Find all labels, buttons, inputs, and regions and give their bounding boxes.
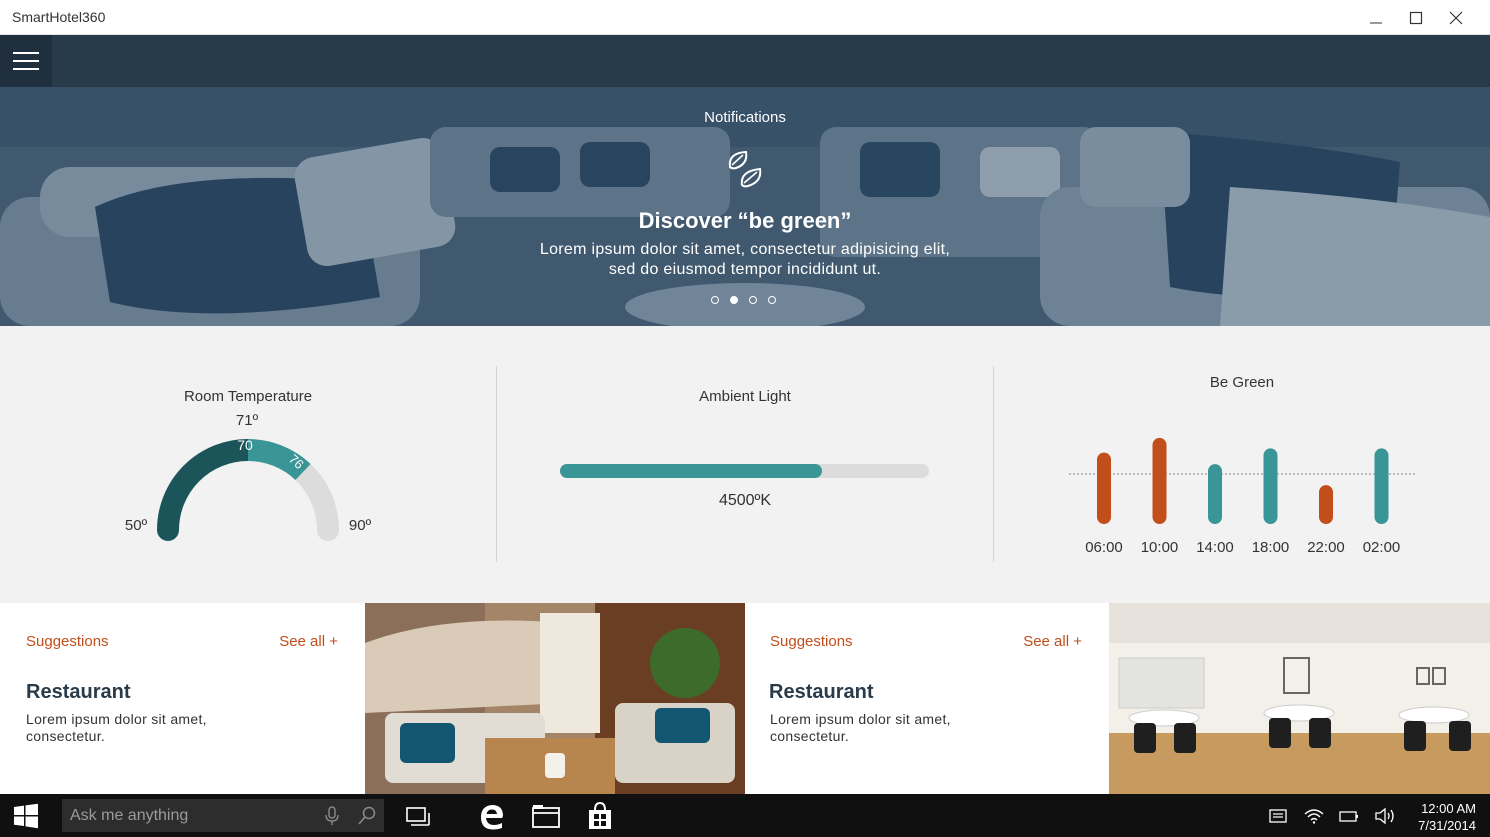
chart-x-tick-label: 22:00 <box>1307 539 1345 556</box>
windows-taskbar: Ask me anything 12:00 AM 7/31/2014 <box>0 794 1490 837</box>
see-all-link[interactable]: See all + <box>279 633 338 650</box>
store-icon <box>589 801 611 829</box>
lounge-photo[interactable] <box>365 603 745 794</box>
chart-x-tick-label: 10:00 <box>1141 539 1179 556</box>
window-title: SmartHotel360 <box>12 9 106 25</box>
chart-bar <box>1374 448 1389 524</box>
room-temperature-widget[interactable]: Room Temperature 71º 70 76 50º 90º <box>0 366 496 562</box>
search-icon[interactable] <box>357 806 377 826</box>
suggestion-text: Lorem ipsum dolor sit amet, consectetur. <box>770 711 951 744</box>
ambient-light-widget[interactable]: Ambient Light 4500ºK <box>497 366 993 562</box>
suggestion-title: Restaurant <box>769 681 874 703</box>
clock-date: 7/31/2014 <box>1418 818 1476 833</box>
maximize-icon <box>1409 11 1423 24</box>
chart-x-tick-label: 06:00 <box>1085 539 1123 556</box>
be-green-chart: 06:00 10:00 14:00 18:00 22:00 02:00 <box>1069 437 1416 556</box>
widget-title: Ambient Light <box>699 388 791 405</box>
store-button[interactable] <box>580 794 620 837</box>
notification-icon <box>1269 808 1287 823</box>
dining-photo[interactable] <box>1109 603 1490 794</box>
hero-body-line: sed do eiusmod tempor incididunt ut. <box>608 261 882 278</box>
chart-bar <box>1097 452 1111 524</box>
wifi-button[interactable] <box>1302 794 1326 837</box>
wifi-icon <box>1304 808 1324 824</box>
gauge-current-label: 70 <box>237 437 253 453</box>
chart-x-tick-label: 14:00 <box>1196 539 1234 556</box>
minimize-button[interactable] <box>1356 0 1396 35</box>
chart-bar <box>1208 464 1222 524</box>
see-all-link[interactable]: See all + <box>1023 633 1082 650</box>
hamburger-line <box>13 60 39 62</box>
chart-bar <box>1263 448 1278 524</box>
room-widgets: Room Temperature 71º 70 76 50º 90º Ambie… <box>0 352 1490 562</box>
suggestion-card[interactable]: Suggestions See all + Restaurant Lorem i… <box>0 603 365 794</box>
close-button[interactable] <box>1436 0 1476 35</box>
edge-browser-button[interactable] <box>472 794 512 837</box>
carousel-dot[interactable] <box>768 296 776 304</box>
hamburger-menu-button[interactable] <box>0 35 52 87</box>
gauge-target-label: 71º <box>236 412 259 429</box>
gauge-min-label: 50º <box>125 517 148 534</box>
hero-body-line: Lorem ipsum dolor sit amet, consectetur … <box>539 241 951 258</box>
light-value-label: 4500ºK <box>718 492 772 509</box>
light-slider-track[interactable] <box>560 464 929 478</box>
chart-bar <box>1319 485 1333 524</box>
windows-logo-icon <box>14 803 38 828</box>
gauge-max-label: 90º <box>349 517 372 534</box>
chart-x-tick-label: 02:00 <box>1363 539 1401 556</box>
speaker-icon <box>1375 807 1394 824</box>
window-titlebar: SmartHotel360 <box>0 0 1490 35</box>
volume-button[interactable] <box>1372 794 1398 837</box>
dining-room-image <box>1109 603 1490 794</box>
hamburger-line <box>13 68 39 70</box>
file-explorer-button[interactable] <box>526 794 566 837</box>
notifications-hero[interactable]: Notifications Discover “be green” Lorem … <box>0 87 1490 326</box>
task-view-icon <box>406 806 430 826</box>
chart-bar <box>1152 437 1167 524</box>
suggestion-title: Restaurant <box>26 681 131 703</box>
light-slider-fill <box>560 464 822 478</box>
hero-section-title: Notifications <box>704 109 786 126</box>
carousel-dot[interactable] <box>749 296 757 304</box>
suggestions-section: Suggestions See all + Restaurant Lorem i… <box>0 603 1490 794</box>
battery-icon <box>1339 810 1358 822</box>
task-view-button[interactable] <box>398 794 438 837</box>
carousel-indicator <box>711 296 776 304</box>
start-button[interactable] <box>0 794 52 837</box>
gauge-current-arc <box>157 439 259 541</box>
suggestions-label: Suggestions <box>770 633 853 650</box>
be-green-widget[interactable]: Be Green 06:00 10:00 14:00 18:00 22:00 02:00 <box>994 366 1490 562</box>
leaf-icon <box>728 150 762 188</box>
system-clock[interactable]: 12:00 AM 7/31/2014 <box>1418 800 1476 834</box>
hero-body-text: Lorem ipsum dolor sit amet, consectetur … <box>495 240 995 280</box>
maximize-button[interactable] <box>1396 0 1436 35</box>
temperature-gauge: 71º 70 76 50º 90º <box>125 412 372 541</box>
battery-button[interactable] <box>1337 794 1361 837</box>
cortana-search-box[interactable]: Ask me anything <box>62 799 384 832</box>
suggestion-card[interactable]: Suggestions See all + Restaurant Lorem i… <box>745 603 1109 794</box>
hamburger-line <box>13 52 39 54</box>
search-placeholder: Ask me anything <box>70 807 189 824</box>
hero-headline: Discover “be green” <box>638 208 852 233</box>
minimize-icon <box>1370 22 1382 23</box>
action-center-button[interactable] <box>1266 794 1290 837</box>
app-header <box>0 35 1490 87</box>
chart-x-tick-label: 18:00 <box>1252 539 1290 556</box>
edge-icon <box>481 804 503 829</box>
carousel-dot[interactable] <box>711 296 719 304</box>
folder-icon <box>532 804 560 828</box>
microphone-icon[interactable] <box>324 806 340 826</box>
suggestion-text: Lorem ipsum dolor sit amet, consectetur. <box>26 711 207 744</box>
carousel-dot[interactable] <box>730 296 738 304</box>
lounge-image <box>365 603 745 794</box>
clock-time: 12:00 AM <box>1421 801 1476 816</box>
close-icon <box>1449 11 1463 24</box>
suggestions-label: Suggestions <box>26 633 109 650</box>
